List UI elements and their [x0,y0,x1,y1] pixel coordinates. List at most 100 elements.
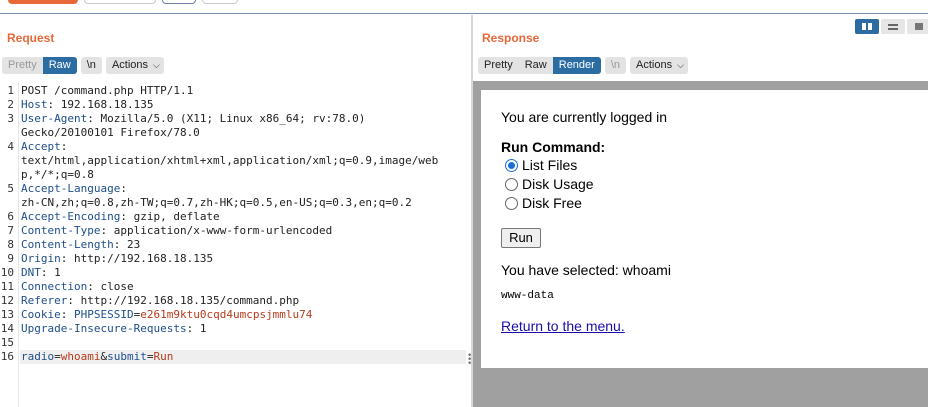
header-key: Origin [21,252,61,265]
run-button[interactable]: Run [501,228,541,248]
send-button[interactable] [8,0,78,4]
stacked-layout-icon[interactable] [881,19,905,34]
code-line: 6 Accept-Encoding: gzip, deflate [0,210,470,224]
header-key: Accept-Encoding [21,210,121,223]
rendered-page: You are currently logged in Run Command:… [481,90,928,368]
radio-icon [505,177,518,191]
newline-toggle[interactable]: \n [604,57,627,74]
line-text: text/html,application/xhtml+xml,applicat… [21,154,438,168]
line-number: 15 [0,336,14,349]
code-line: 11 Connection: close [0,280,470,294]
actions-label: Actions [636,59,673,71]
param-value: Run [153,350,174,363]
code-line: 7 Content-Type: application/x-www-form-ur… [0,224,470,238]
cancel-button[interactable] [84,0,156,4]
line-text: Accept-Language: [21,182,127,196]
newline-toggle[interactable]: \n [80,57,102,74]
header-key: Connection [21,280,88,293]
code-line: 10 DNT: 1 [0,266,470,280]
line-number: 6 [7,210,14,223]
header-key: Referer [21,294,68,307]
line-text: Upgrade-Insecure-Requests: 1 [21,322,206,336]
text-segment: = [54,350,61,363]
header-key: User-Agent [21,112,88,125]
response-tabs: Pretty Raw Render \n Actions ⌵ [478,57,688,74]
header-key: PHPSESSID [74,308,134,321]
header-key: Host [21,98,48,111]
line-number: 3 [7,112,14,125]
text-segment: p,*/*;q=0.8 [21,168,94,181]
line-number: 14 [0,322,14,335]
line-text: User-Agent: Mozilla/5.0 (X11; Linux x86_… [21,112,365,126]
actions-dropdown[interactable]: Actions ⌵ [630,57,688,74]
line-text: Content-Type: application/x-www-form-url… [21,224,332,238]
code-line: 13 Cookie: PHPSESSID=e261m9ktu0cqd4umcpsj… [0,308,470,322]
line-number: 4 [7,140,14,153]
text-segment: : [60,140,68,153]
side-by-side-layout-icon[interactable] [855,19,879,34]
line-number: 9 [7,252,14,265]
text-segment: : gzip, deflate [120,210,220,223]
text-segment: : application/x-www-form-urlencoded [100,224,333,237]
header-key: DNT [21,266,41,279]
text-segment: : close [87,280,134,293]
line-number: 13 [0,308,14,321]
line-text: Origin: http://192.168.18.135 [21,252,213,266]
response-title: Response [482,31,540,45]
tabs-layout-icon[interactable] [907,19,928,34]
param-value: whoami [60,350,101,363]
prev-button[interactable] [162,0,196,4]
line-number: 1 [7,84,14,97]
line-text: Referer: http://192.168.18.135/command.p… [21,294,299,308]
header-key: submit [107,350,147,363]
text-segment: : [120,182,127,195]
command-output: www-data [501,290,554,302]
line-number: 12 [0,294,14,307]
line-text: radio=whoami&submit=Run [21,350,173,364]
tab-raw[interactable]: Raw [42,57,77,74]
radio-label: Disk Usage [522,176,594,192]
radio-icon [505,196,518,210]
text-segment: : 23 [113,238,141,251]
code-line: Gecko/20100101 Firefox/78.0 [0,126,470,140]
top-toolbar [0,0,928,14]
radio-disk-usage[interactable]: Disk Usage [505,176,594,192]
request-editor[interactable]: 1 POST /command.php HTTP/1.1 2 Host: 192.16… [0,82,470,407]
line-text: Connection: close [21,280,134,294]
code-line: 14 Upgrade-Insecure-Requests: 1 [0,322,470,336]
code-line: 1 POST /command.php HTTP/1.1 [0,84,470,98]
text-segment: = [146,350,154,363]
line-text: Gecko/20100101 Firefox/78.0 [21,126,200,140]
run-command-label: Run Command: [501,139,606,155]
code-line: 8 Content-Length: 23 [0,238,470,252]
menu-link[interactable]: Return to the menu. [501,318,625,334]
tab-raw[interactable]: Raw [518,57,553,74]
line-text: Accept: [21,140,67,154]
code-line: 12 Referer: http://192.168.18.135/command… [0,294,470,308]
header-key: Cookie [21,308,61,321]
line-number: 8 [7,238,14,251]
text-segment: : 1 [40,266,61,279]
radio-list-files[interactable]: List Files [505,157,577,173]
line-number: 10 [0,266,14,279]
text-segment: Gecko/20100101 Firefox/78.0 [21,126,200,139]
tab-pretty[interactable]: Pretty [2,57,43,74]
tab-pretty[interactable]: Pretty [478,57,519,74]
text-segment: : [60,308,74,321]
actions-dropdown[interactable]: Actions ⌵ [105,57,164,74]
text-segment: POST /command.php HTTP/1.1 [21,84,194,97]
code-line: 5 Accept-Language: [0,182,470,196]
radio-disk-free[interactable]: Disk Free [505,195,582,211]
line-text: p,*/*;q=0.8 [21,168,94,182]
next-button[interactable] [202,0,238,4]
text-segment: : http://192.168.18.135/command.php [67,294,300,307]
text-segment: zh-CN,zh;q=0.8,zh-TW;q=0.7,zh-HK;q=0.5,e… [21,196,412,209]
radio-label: Disk Free [522,195,582,211]
text-segment: : Mozilla/5.0 (X11; Linux x86_64; rv:78.… [87,112,366,125]
radio-label: List Files [522,157,578,173]
header-key: Content-Length [21,238,114,251]
code-line: 2 Host: 192.168.18.135 [0,98,470,112]
line-text: POST /command.php HTTP/1.1 [21,84,193,98]
tab-render[interactable]: Render [552,57,601,74]
resize-grip-icon[interactable]: • • • [467,352,472,369]
